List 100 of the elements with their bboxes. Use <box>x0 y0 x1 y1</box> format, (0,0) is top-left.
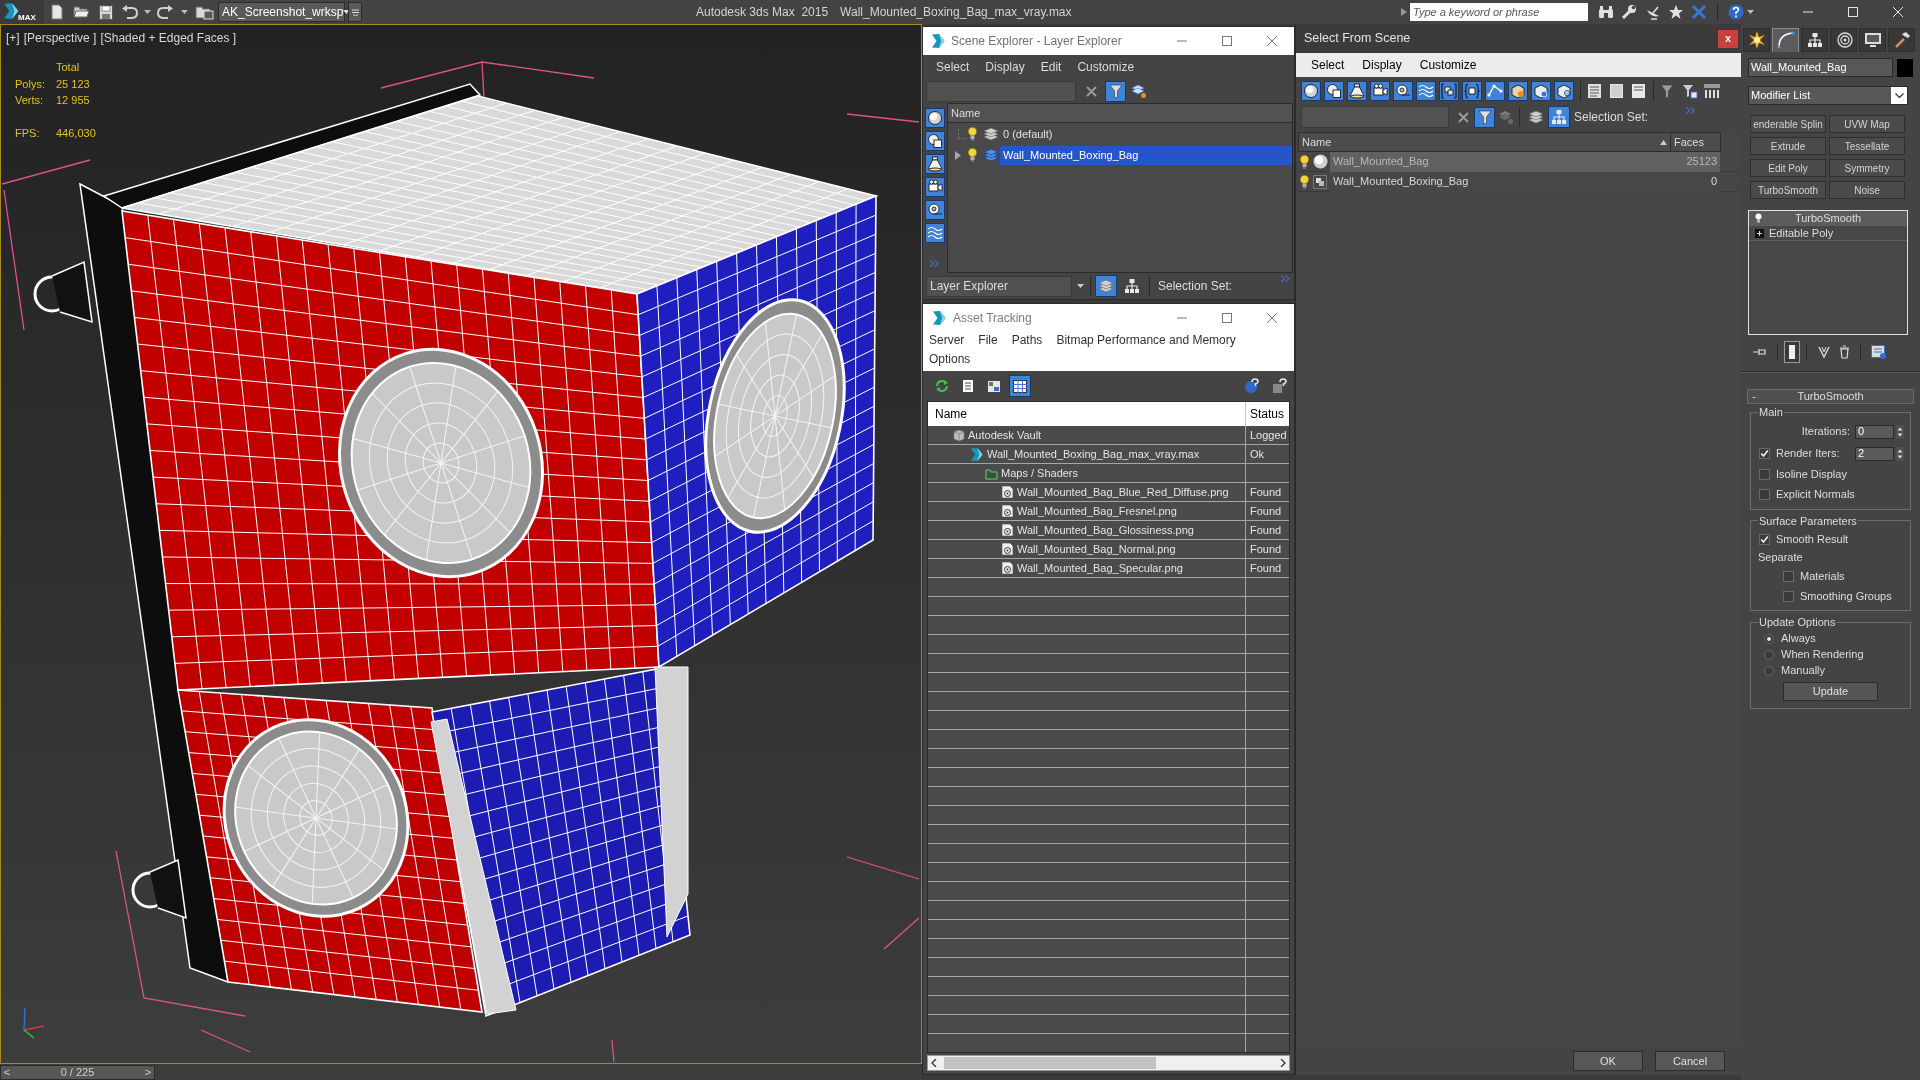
asset-row[interactable]: Wall_Mounted_Bag_Normal.png Found <box>928 540 1289 559</box>
clear-x-icon[interactable] <box>1086 85 1097 97</box>
clear-x-icon[interactable] <box>1458 111 1469 123</box>
plus-box-icon[interactable] <box>1755 228 1764 238</box>
modifier-list-dropdown[interactable]: Modifier List <box>1748 86 1908 105</box>
layer-name[interactable]: 0 (default) <box>1000 124 1292 144</box>
viewport-menu-label[interactable]: [Shaded + Edged Faces ] <box>100 29 237 47</box>
display-filter-button[interactable] <box>1508 80 1528 101</box>
maximize-icon[interactable] <box>1221 312 1232 323</box>
rollout-header[interactable]: - TurboSmooth <box>1747 389 1914 404</box>
column-header[interactable]: Name <box>948 104 1292 123</box>
asset-row[interactable]: Wall_Mounted_Bag_Blue_Red_Diffuse.png Found <box>928 483 1289 502</box>
page-icon[interactable] <box>1610 83 1623 98</box>
display-filter-button[interactable] <box>1324 80 1344 101</box>
layers-badge-icon[interactable] <box>1131 83 1147 99</box>
command-tab[interactable] <box>1888 28 1915 52</box>
horizontal-scrollbar[interactable] <box>927 1055 1290 1071</box>
hierarchy-toggle-button[interactable] <box>1548 106 1570 128</box>
checkbox[interactable] <box>1759 533 1770 545</box>
funnel-list-icon[interactable] <box>1682 82 1698 99</box>
columns-icon[interactable] <box>1704 83 1720 98</box>
display-filter-button[interactable] <box>1462 80 1482 101</box>
display-filter-button[interactable] <box>1439 80 1459 101</box>
explorer-dropdown[interactable]: Layer Explorer <box>926 275 1072 297</box>
asset-row[interactable]: Wall_Mounted_Bag_Glossiness.png Found <box>928 521 1289 540</box>
triangle-right-icon[interactable] <box>1401 8 1407 16</box>
wrench-icon[interactable] <box>1621 4 1637 20</box>
time-slider-thumb[interactable]: < 0 / 225 > <box>0 1064 155 1080</box>
layer-name[interactable]: Wall_Mounted_Boxing_Bag <box>1000 145 1292 165</box>
asset-row[interactable]: Wall_Mounted_Bag_Specular.png Found <box>928 559 1289 578</box>
filter-toggle-button[interactable] <box>1105 80 1126 102</box>
viewport-menu-label[interactable]: [Perspective ] <box>23 29 97 47</box>
menu-item[interactable]: Server <box>929 331 965 350</box>
workspace-menu-button[interactable] <box>348 2 362 22</box>
search-field[interactable] <box>1301 106 1449 128</box>
menu-item[interactable]: Paths <box>1011 331 1043 350</box>
display-filter-button[interactable] <box>924 200 945 220</box>
workspace-dropdown[interactable]: AK_Screenshot_wrksp <box>218 2 345 22</box>
display-filter-button[interactable] <box>924 223 945 243</box>
binoculars-icon[interactable] <box>1598 5 1614 19</box>
display-filter-button[interactable] <box>1301 80 1321 101</box>
spinner-arrows-icon[interactable] <box>1896 424 1904 439</box>
column-header[interactable]: Name <box>935 405 967 423</box>
dialog-button[interactable]: Cancel <box>1655 1051 1725 1071</box>
previous-frame-button[interactable]: < <box>1 1063 13 1080</box>
dialog-button[interactable]: OK <box>1573 1051 1643 1071</box>
new-file-icon[interactable] <box>49 4 65 20</box>
close-icon[interactable] <box>1266 312 1277 323</box>
display-filter-button[interactable] <box>924 131 945 151</box>
menu-item[interactable]: Edit <box>1040 58 1062 76</box>
stack-tool-button[interactable] <box>1784 341 1800 363</box>
menu-item[interactable]: File <box>978 331 998 350</box>
minimize-icon[interactable] <box>1802 11 1813 13</box>
toolbar-button[interactable] <box>1009 375 1031 397</box>
folder-open-icon[interactable] <box>73 4 90 20</box>
display-filter-button[interactable] <box>1347 80 1367 101</box>
stack-item[interactable]: TurboSmooth <box>1749 211 1907 226</box>
modifier-button[interactable]: Edit Poly <box>1750 159 1826 177</box>
display-filter-button[interactable] <box>1370 80 1390 101</box>
radio-button[interactable] <box>1764 665 1774 676</box>
command-tab[interactable] <box>1801 28 1828 52</box>
command-tab[interactable] <box>1772 28 1799 52</box>
filter-toggle-button[interactable] <box>1474 106 1495 128</box>
modifier-button[interactable]: UVW Map <box>1829 115 1905 133</box>
modifier-button[interactable]: enderable Splin <box>1750 115 1826 133</box>
command-tab[interactable] <box>1830 28 1857 52</box>
display-filter-button[interactable] <box>924 154 945 174</box>
maximize-icon[interactable] <box>1221 36 1232 46</box>
checkbox[interactable] <box>1759 489 1770 500</box>
spinner-field[interactable]: 2 <box>1855 446 1894 461</box>
update-button[interactable]: Update <box>1783 681 1878 701</box>
modifier-button[interactable]: Symmetry <box>1829 159 1905 177</box>
satellite-dish-icon[interactable] <box>1645 4 1661 20</box>
column-header[interactable]: Name <box>1302 133 1332 151</box>
display-filter-button[interactable] <box>1393 80 1413 101</box>
checkbox[interactable] <box>1783 570 1794 582</box>
spinner-arrows-icon[interactable] <box>1896 446 1904 461</box>
menu-item[interactable]: Bitmap Performance and Memory <box>1056 331 1236 350</box>
stack-item[interactable]: Editable Poly <box>1749 226 1907 241</box>
checkbox[interactable] <box>1783 590 1794 602</box>
viewport-menu-label[interactable]: [+] <box>6 29 20 47</box>
display-filter-button[interactable] <box>1485 80 1505 101</box>
menu-item[interactable]: Customize <box>1419 56 1477 74</box>
menu-item[interactable]: Display <box>1362 56 1402 74</box>
color-swatch-icon[interactable] <box>1897 58 1913 77</box>
next-frame-button[interactable]: > <box>142 1063 154 1080</box>
scrollbar-thumb[interactable] <box>944 1057 1156 1069</box>
expand-arrow-icon[interactable] <box>955 150 961 160</box>
help-icon[interactable] <box>1244 378 1260 394</box>
checkbox[interactable] <box>1759 469 1770 480</box>
asset-row[interactable]: Wall_Mounted_Bag_Fresnel.png Found <box>928 502 1289 521</box>
menu-item[interactable]: Display <box>985 58 1025 76</box>
radio-button[interactable] <box>1764 649 1774 660</box>
display-filter-button[interactable] <box>1554 80 1574 101</box>
menu-item[interactable]: Select <box>1311 56 1345 74</box>
display-filter-button[interactable] <box>1416 80 1436 101</box>
command-tab[interactable] <box>1859 28 1886 52</box>
application-button[interactable]: MAX <box>0 0 44 24</box>
search-field[interactable]: Type a keyword or phrase <box>1410 3 1588 21</box>
asset-row[interactable]: Maps / Shaders <box>928 464 1289 483</box>
